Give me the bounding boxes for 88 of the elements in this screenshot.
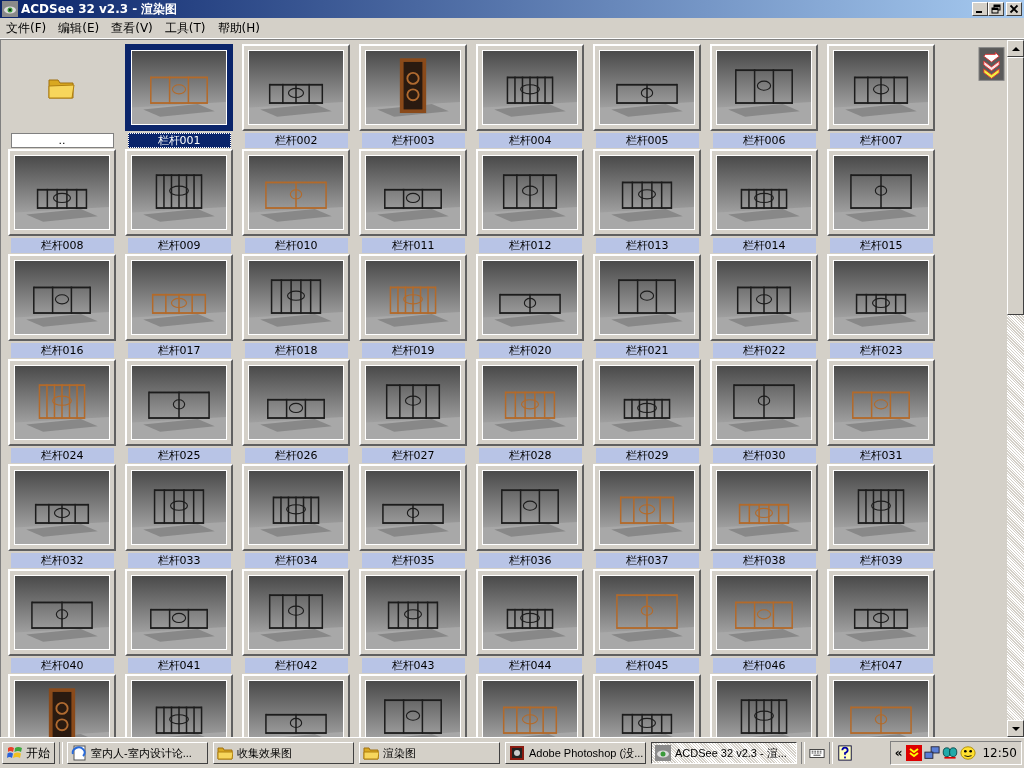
menu-item[interactable]: 帮助(H): [211, 19, 266, 37]
menu-item[interactable]: 文件(F): [0, 19, 53, 37]
file-name-label[interactable]: 栏杆038: [712, 553, 816, 568]
down-arrow-icon: [1011, 724, 1020, 733]
eyes-icon[interactable]: [942, 745, 959, 761]
file-name-label[interactable]: 栏杆033: [127, 553, 231, 568]
chevron-badge-icon[interactable]: [978, 46, 1005, 82]
folder-icon: [363, 745, 379, 761]
scrollbar[interactable]: [1007, 40, 1024, 737]
eye-icon: [2, 1, 18, 17]
file-name-label[interactable]: 栏杆024: [10, 448, 114, 463]
file-name-label[interactable]: 栏杆004: [478, 133, 582, 148]
file-name-label[interactable]: 栏杆008: [10, 238, 114, 253]
file-name-label[interactable]: 栏杆027: [361, 448, 465, 463]
file-name-label[interactable]: 栏杆042: [244, 658, 348, 673]
file-name-label[interactable]: 栏杆045: [595, 658, 699, 673]
file-name-label[interactable]: 栏杆014: [712, 238, 816, 253]
file-name-label[interactable]: 栏杆043: [361, 658, 465, 673]
file-name-label[interactable]: 栏杆018: [244, 343, 348, 358]
file-name-label[interactable]: 栏杆005: [595, 133, 699, 148]
file-name-label[interactable]: 栏杆023: [829, 343, 933, 358]
up-arrow-icon: [1011, 44, 1020, 53]
file-name-label[interactable]: 栏杆010: [244, 238, 348, 253]
file-name-label[interactable]: 栏杆034: [244, 553, 348, 568]
app-icon: [509, 745, 525, 761]
file-name-label[interactable]: 栏杆028: [478, 448, 582, 463]
file-name-label[interactable]: 栏杆013: [595, 238, 699, 253]
taskbar-button[interactable]: 收集效果图: [213, 742, 354, 764]
file-name-label[interactable]: 栏杆020: [478, 343, 582, 358]
scroll-thumb[interactable]: [1007, 57, 1024, 315]
file-name-label[interactable]: 栏杆012: [478, 238, 582, 253]
folder-icon: [217, 745, 233, 761]
chevron-badge-icon[interactable]: [906, 745, 923, 761]
help-icon[interactable]: [837, 745, 853, 761]
file-name-label[interactable]: 栏杆037: [595, 553, 699, 568]
eye-icon: [655, 745, 671, 761]
file-name-label[interactable]: 栏杆021: [595, 343, 699, 358]
scroll-down-button[interactable]: [1007, 720, 1024, 737]
start-button[interactable]: 开始: [2, 742, 55, 764]
file-name-label[interactable]: 栏杆006: [712, 133, 816, 148]
file-name-label[interactable]: 栏杆001: [127, 133, 231, 148]
file-name-label[interactable]: 栏杆002: [244, 133, 348, 148]
file-name-label[interactable]: 栏杆025: [127, 448, 231, 463]
minimize-button[interactable]: [972, 2, 988, 16]
file-name-label[interactable]: 栏杆026: [244, 448, 348, 463]
file-name-label[interactable]: 栏杆032: [10, 553, 114, 568]
file-name-label[interactable]: ..: [10, 133, 114, 148]
file-name-label[interactable]: 栏杆044: [478, 658, 582, 673]
menu-item[interactable]: 编辑(E): [52, 19, 106, 37]
smiley-icon[interactable]: [960, 745, 977, 761]
file-name-label[interactable]: 栏杆036: [478, 553, 582, 568]
file-name-label[interactable]: 栏杆015: [829, 238, 933, 253]
file-name-label[interactable]: 栏杆039: [829, 553, 933, 568]
file-name-label[interactable]: 栏杆016: [10, 343, 114, 358]
document-icon: [71, 745, 87, 761]
close-button[interactable]: [1006, 2, 1022, 16]
taskbar-button[interactable]: Adobe Photoshop (没...: [505, 742, 646, 764]
file-name-label[interactable]: 栏杆035: [361, 553, 465, 568]
close-icon: [1009, 4, 1019, 14]
file-name-label[interactable]: 栏杆007: [829, 133, 933, 148]
window-title: ACDSee 32 v2.3 - 渲染图: [21, 0, 178, 18]
file-name-label[interactable]: 栏杆040: [10, 658, 114, 673]
taskbar-button[interactable]: 渲染图: [359, 742, 500, 764]
file-name-label[interactable]: 栏杆019: [361, 343, 465, 358]
file-name-label[interactable]: 栏杆011: [361, 238, 465, 253]
file-name-label[interactable]: 栏杆009: [127, 238, 231, 253]
taskbar-button[interactable]: ACDSee 32 v2.3 - 渲...: [651, 742, 797, 764]
tray-expand-button[interactable]: «: [892, 746, 905, 760]
file-name-label[interactable]: 栏杆022: [712, 343, 816, 358]
taskbar-button[interactable]: 室内人-室内设计论...: [67, 742, 208, 764]
menu-item[interactable]: 工具(T): [158, 19, 212, 37]
file-name-label[interactable]: 栏杆047: [829, 658, 933, 673]
file-name-label[interactable]: 栏杆003: [361, 133, 465, 148]
file-name-label[interactable]: 栏杆046: [712, 658, 816, 673]
windows-logo-icon: [7, 745, 23, 761]
file-name-label[interactable]: 栏杆031: [829, 448, 933, 463]
thumbnail-frame[interactable]: [125, 44, 233, 131]
network-icon[interactable]: [924, 745, 941, 761]
file-name-label[interactable]: 栏杆030: [712, 448, 816, 463]
restore-button[interactable]: [988, 2, 1004, 16]
file-name-label[interactable]: 栏杆041: [127, 658, 231, 673]
minimize-icon: [976, 11, 982, 13]
restore-icon: [991, 4, 1001, 14]
file-name-label[interactable]: 栏杆017: [127, 343, 231, 358]
file-name-label[interactable]: 栏杆029: [595, 448, 699, 463]
scroll-up-button[interactable]: [1007, 40, 1024, 57]
clock: 12:50: [982, 746, 1017, 760]
menu-item[interactable]: 查看(V): [105, 19, 159, 37]
